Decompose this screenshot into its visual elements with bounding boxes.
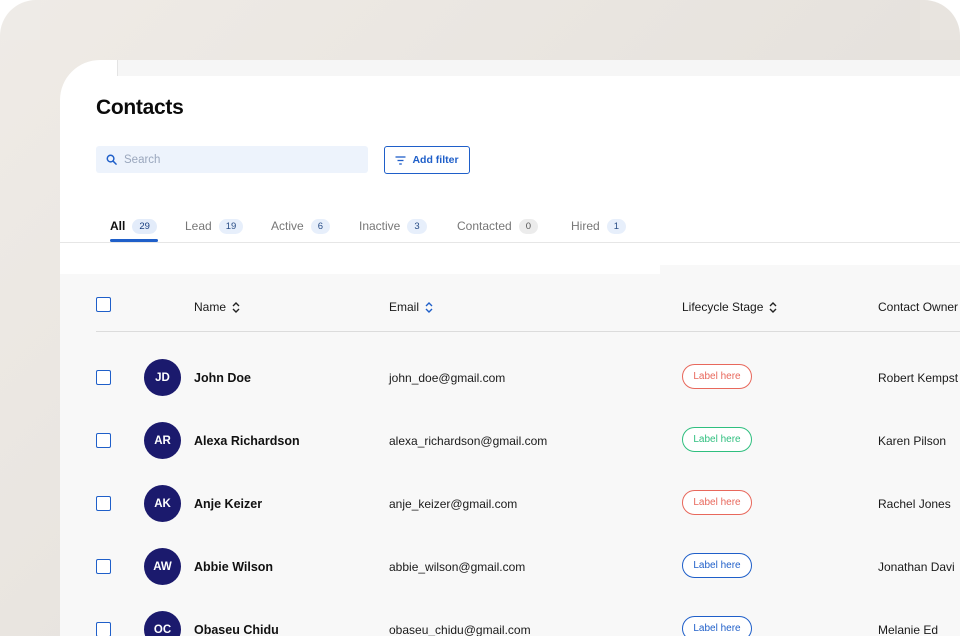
contact-name[interactable]: Abbie Wilson xyxy=(194,560,273,574)
column-header-email[interactable]: Email xyxy=(389,300,433,314)
table-row[interactable]: JD John Doe john_doe@gmail.com Label her… xyxy=(96,346,960,409)
row-checkbox[interactable] xyxy=(96,559,111,574)
sort-icon xyxy=(232,301,240,313)
active-tab-indicator xyxy=(110,239,158,242)
avatar: AK xyxy=(144,485,181,522)
contact-name[interactable]: Anje Keizer xyxy=(194,497,262,511)
tab-label: Contacted xyxy=(457,219,512,233)
contact-name[interactable]: Obaseu Chidu xyxy=(194,623,279,636)
window-top-strip xyxy=(117,60,960,76)
tab-count-badge: 1 xyxy=(606,218,626,234)
contact-name[interactable]: John Doe xyxy=(194,371,251,385)
tab-label: Hired xyxy=(571,219,600,233)
contact-owner: Robert Kempst xyxy=(878,371,959,385)
table-header: Name Email Lifecycle Stage Contact Owner xyxy=(96,274,960,332)
add-filter-button[interactable]: Add filter xyxy=(384,146,470,174)
column-header-lifecycle-stage[interactable]: Lifecycle Stage xyxy=(682,300,777,314)
table-row[interactable]: AR Alexa Richardson alexa_richardson@gma… xyxy=(96,409,960,472)
tab-count-badge: 0 xyxy=(518,218,538,234)
column-header-label: Contact Owner xyxy=(878,300,959,314)
tab-label: All xyxy=(110,219,126,233)
tab-hired[interactable]: Hired 1 xyxy=(571,216,626,236)
table-row[interactable]: AK Anje Keizer anje_keizer@gmail.com Lab… xyxy=(96,472,960,535)
lifecycle-stage-badge[interactable]: Label here xyxy=(682,364,752,389)
row-checkbox[interactable] xyxy=(96,433,111,448)
tab-count-badge: 3 xyxy=(407,218,427,234)
tab-contacted[interactable]: Contacted 0 xyxy=(457,216,538,236)
contacts-table: Name Email Lifecycle Stage Contact Owner… xyxy=(60,274,960,636)
search-box[interactable] xyxy=(96,146,368,173)
lifecycle-stage-badge[interactable]: Label here xyxy=(682,616,752,636)
column-header-contact-owner[interactable]: Contact Owner xyxy=(878,300,958,314)
tab-count-badge: 19 xyxy=(218,218,244,234)
contact-owner: Jonathan Davi xyxy=(878,560,955,574)
contact-owner: Rachel Jones xyxy=(878,497,951,511)
tab-label: Lead xyxy=(185,219,212,233)
tab-count-badge: 29 xyxy=(132,218,157,234)
add-filter-label: Add filter xyxy=(412,154,459,166)
avatar: AR xyxy=(144,422,181,459)
avatar: AW xyxy=(144,548,181,585)
column-header-name[interactable]: Name xyxy=(194,300,240,314)
contact-owner: Karen Pilson xyxy=(878,434,947,448)
table-row[interactable]: OC Obaseu Chidu obaseu_chidu@gmail.com L… xyxy=(96,598,960,636)
contact-email: alexa_richardson@gmail.com xyxy=(389,434,548,448)
contact-email: obaseu_chidu@gmail.com xyxy=(389,623,531,636)
contact-email: john_doe@gmail.com xyxy=(389,371,506,385)
select-all-checkbox[interactable] xyxy=(96,297,111,312)
tab-active[interactable]: Active 6 xyxy=(271,216,330,236)
contact-name[interactable]: Alexa Richardson xyxy=(194,434,300,448)
search-icon xyxy=(106,154,117,165)
contact-email: anje_keizer@gmail.com xyxy=(389,497,518,511)
column-header-label: Email xyxy=(389,300,420,314)
filter-icon xyxy=(395,155,406,165)
tab-label: Inactive xyxy=(359,219,401,233)
column-header-label: Name xyxy=(194,300,227,314)
contact-email: abbie_wilson@gmail.com xyxy=(389,560,526,574)
tab-all[interactable]: All 29 xyxy=(110,216,157,236)
sort-icon xyxy=(425,301,433,313)
tab-count-badge: 6 xyxy=(310,218,330,234)
tab-inactive[interactable]: Inactive 3 xyxy=(359,216,427,236)
search-input[interactable] xyxy=(124,153,354,166)
tab-label: Active xyxy=(271,219,304,233)
contacts-window: Contacts Add filter All 29 Lead 19 Activ… xyxy=(60,60,960,636)
contact-owner: Melanie Ed xyxy=(878,623,939,636)
lifecycle-stage-badge[interactable]: Label here xyxy=(682,553,752,578)
sort-icon xyxy=(769,301,777,313)
row-checkbox[interactable] xyxy=(96,370,111,385)
avatar: JD xyxy=(144,359,181,396)
lifecycle-stage-badge[interactable]: Label here xyxy=(682,427,752,452)
lifecycle-stage-badge[interactable]: Label here xyxy=(682,490,752,515)
column-header-label: Lifecycle Stage xyxy=(682,300,764,314)
table-row[interactable]: AW Abbie Wilson abbie_wilson@gmail.com L… xyxy=(96,535,960,598)
row-checkbox[interactable] xyxy=(96,496,111,511)
status-tabs: All 29 Lead 19 Active 6 Inactive 3 Conta… xyxy=(60,210,960,243)
page-title: Contacts xyxy=(96,96,184,119)
row-checkbox[interactable] xyxy=(96,622,111,636)
avatar: OC xyxy=(144,611,181,636)
tab-lead[interactable]: Lead 19 xyxy=(185,216,244,236)
